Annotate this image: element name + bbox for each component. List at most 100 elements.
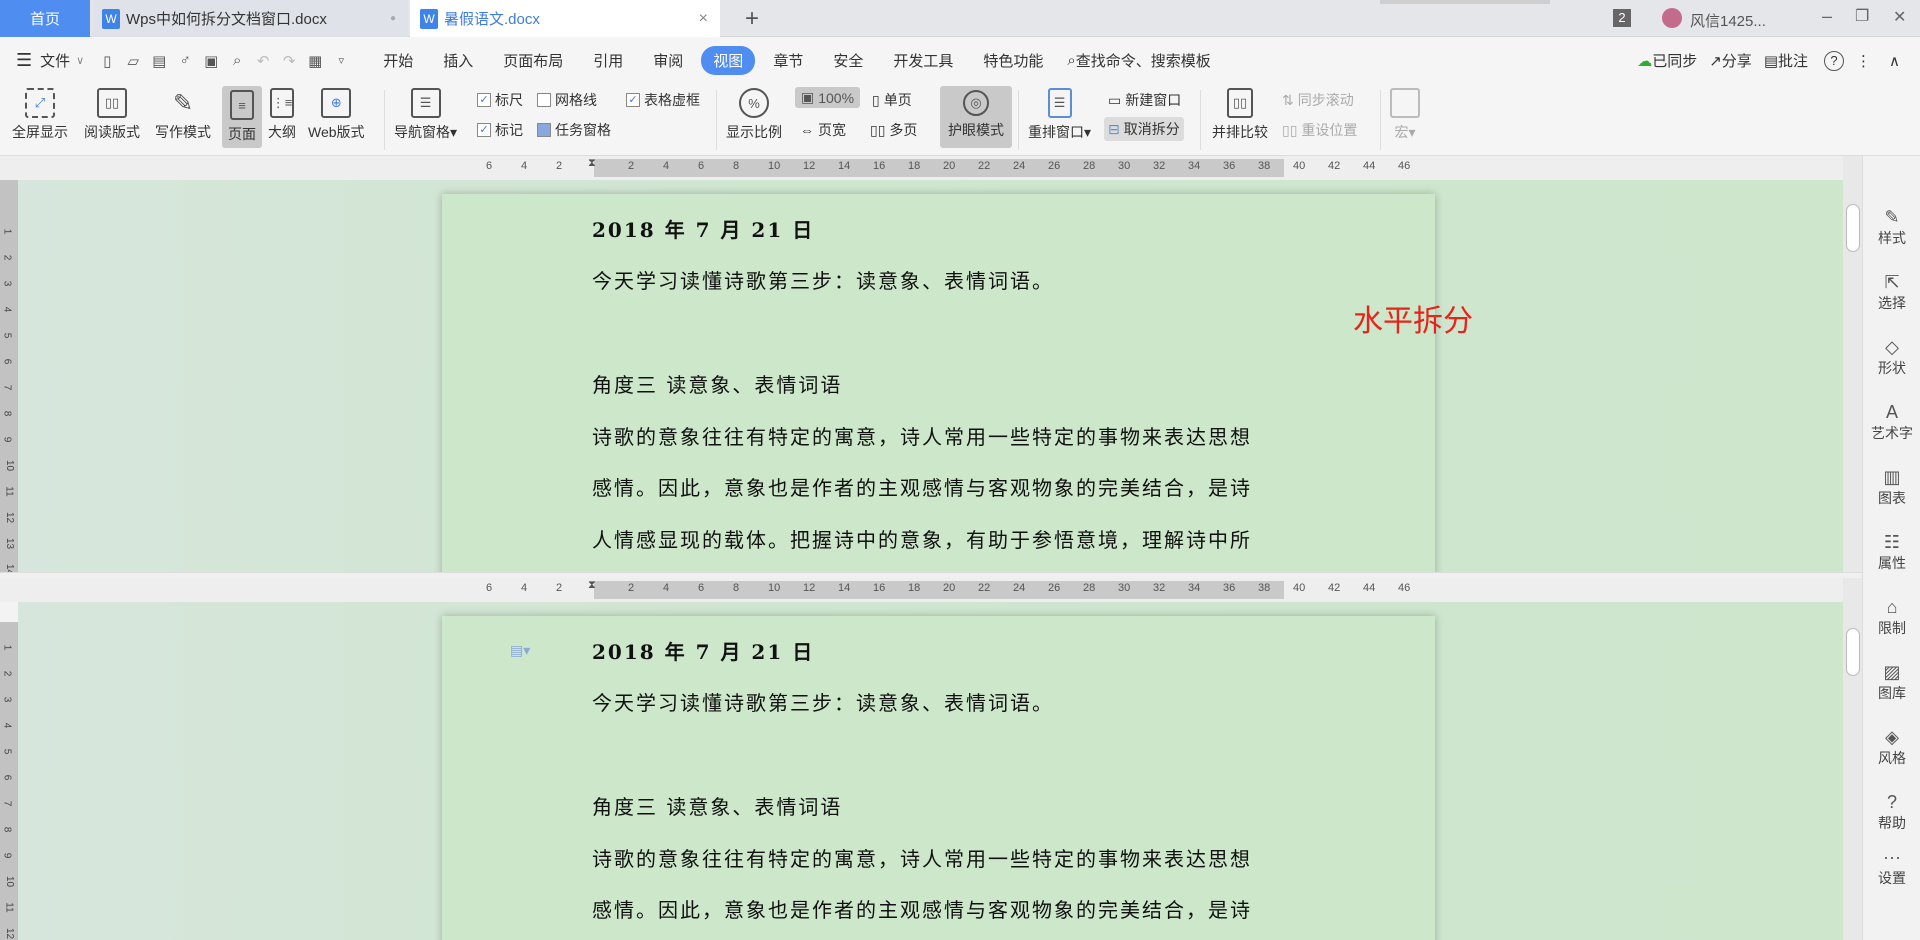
horizontal-ruler-bottom[interactable]: 6 4 2 2 4 6 8 10 12 14 16 18 20 22 24 26 28 30 32 34 36 38 40 4… (0, 578, 1843, 602)
menu-developer[interactable]: 开发工具 (881, 46, 965, 75)
chevron-down-icon[interactable]: ∨ (76, 54, 84, 67)
indent-marker-icon[interactable]: ⧗ (588, 157, 596, 170)
document-page[interactable]: 2018 年 7 月 21 日 今天学习读懂诗歌第三步：读意象、表情词语。 角度… (442, 194, 1435, 572)
window-count-badge[interactable]: 2 (1613, 9, 1631, 27)
single-page-button[interactable]: ▯ 单页 (872, 90, 912, 110)
sidebar-item-5[interactable]: ☷ 属性 (1863, 531, 1920, 573)
sidebar-item-10[interactable]: ··· 设置 (1863, 846, 1920, 888)
more-icon[interactable]: ⋮ (1856, 52, 1871, 70)
ruler-tick-label: 28 (1083, 160, 1096, 172)
sidebar-label: 图表 (1878, 490, 1906, 506)
vertical-scrollbar-top[interactable] (1843, 156, 1862, 572)
sidebar-item-1[interactable]: ⇱ 选择 (1863, 271, 1920, 313)
sidebar-item-7[interactable]: ▨ 图库 (1863, 661, 1920, 703)
ruler-tick-label: 14 (838, 160, 851, 172)
nav-pane-icon: ☰ (410, 88, 441, 118)
new-window-button[interactable]: ▭ 新建窗口 (1108, 90, 1181, 110)
side-by-side-label: 并排比较 (1212, 124, 1268, 140)
gridlines-checkbox[interactable]: 网格线 (537, 90, 597, 110)
sidebar-item-0[interactable]: ✎ 样式 (1863, 206, 1920, 248)
scroll-thumb[interactable] (1846, 628, 1860, 676)
fullscreen-button[interactable]: ⤢ 全屏显示 (12, 84, 68, 142)
arrange-label: 重排窗口 (1028, 124, 1084, 140)
sidebar-label: 属性 (1878, 555, 1906, 571)
tab-home[interactable]: 首页 (0, 0, 90, 37)
vertical-ruler-bottom[interactable]: 1 2 3 4 5 6 7 8 9 10 11 12 (0, 622, 18, 940)
ruler-checkbox[interactable]: ✓ 标尺 (477, 90, 523, 110)
avatar[interactable] (1662, 8, 1682, 28)
open-folder-icon[interactable]: ▱ (123, 51, 143, 71)
side-by-side-button[interactable]: ▯▯ 并排比较 (1212, 84, 1268, 142)
format-painter-icon[interactable]: ♂ (175, 51, 195, 71)
outline-button[interactable]: ⋮≡ 大纲 (268, 84, 296, 142)
vertical-ruler-top[interactable]: 1 2 3 4 5 6 7 8 9 10 11 12 13 14 (0, 180, 18, 575)
ruler-tick-label: 38 (1258, 160, 1271, 172)
paragraph-layout-icon[interactable]: ▤▾ (510, 642, 530, 659)
menu-insert[interactable]: 插入 (431, 46, 485, 75)
menu-chapter[interactable]: 章节 (761, 46, 815, 75)
collapse-ribbon-icon[interactable]: ∧ (1889, 52, 1900, 70)
export-icon[interactable]: ▦ (305, 51, 325, 71)
reset-position-button[interactable]: ▯▯ 重设位置 (1282, 120, 1357, 140)
eye-protection-button[interactable]: ◎ 护眼模式 (940, 86, 1012, 148)
table-gridlines-checkbox[interactable]: ✓ 表格虚框 (626, 90, 700, 110)
close-tab-icon[interactable]: × (699, 10, 708, 28)
document-pane-bottom[interactable]: ▤▾ 2018 年 7 月 21 日 今天学习读懂诗歌第三步：读意象、表情词语。… (18, 602, 1843, 940)
zoom-100-button[interactable]: ▣ 100% (795, 87, 861, 108)
reading-mode-button[interactable]: ▯▯ 阅读版式 (84, 84, 140, 142)
sidebar-item-3[interactable]: A 艺术字 (1863, 401, 1920, 443)
multi-page-button[interactable]: ▯▯ 多页 (870, 120, 917, 140)
document-pane-top[interactable]: 2018 年 7 月 21 日 今天学习读懂诗歌第三步：读意象、表情词语。 角度… (18, 180, 1843, 572)
writing-mode-button[interactable]: ✎ 写作模式 (155, 84, 211, 142)
close-window-button[interactable]: ✕ (1893, 7, 1906, 27)
menu-start[interactable]: 开始 (371, 46, 425, 75)
command-search[interactable]: 查找命令、搜索模板 (1076, 50, 1211, 71)
sidebar-item-4[interactable]: ▥ 图表 (1863, 466, 1920, 508)
page-width-button[interactable]: ⇔ 页宽 (800, 120, 846, 140)
sync-scroll-button[interactable]: ⇅ 同步滚动 (1282, 90, 1354, 110)
menu-references[interactable]: 引用 (581, 46, 635, 75)
sync-button[interactable]: 已同步 (1652, 50, 1697, 71)
menu-view[interactable]: 视图 (701, 46, 756, 75)
menu-review[interactable]: 审阅 (641, 46, 695, 75)
menu-security[interactable]: 安全 (821, 46, 875, 75)
menu-page-layout[interactable]: 页面布局 (491, 46, 575, 75)
menu-features[interactable]: 特色功能 (971, 46, 1055, 75)
arrange-windows-button[interactable]: ☰ 重排窗口▾ (1028, 84, 1091, 142)
print-icon[interactable]: ▣ (201, 51, 221, 71)
indent-marker-icon[interactable]: ⧗ (588, 579, 596, 592)
horizontal-ruler-top[interactable]: 6 4 2 2 4 6 8 10 12 14 16 18 20 22 24 26 28 30 32 34 36 38 40 4… (0, 156, 1843, 180)
page-view-button[interactable]: ≡ 页面 (222, 86, 262, 148)
help-icon[interactable]: ? (1824, 50, 1845, 71)
restore-button[interactable]: ❐ (1855, 6, 1869, 26)
nav-pane-button[interactable]: ☰ 导航窗格▾ (394, 84, 457, 142)
share-button[interactable]: 分享 (1722, 50, 1752, 71)
minimize-button[interactable]: – (1822, 6, 1832, 27)
marks-checkbox[interactable]: ✓ 标记 (477, 120, 523, 140)
hamburger-icon[interactable]: ☰ (16, 50, 32, 71)
sidebar-item-8[interactable]: ◈ 风格 (1863, 726, 1920, 768)
customize-toolbar-icon[interactable]: ▿ (331, 51, 351, 71)
comment-button[interactable]: 批注 (1778, 50, 1808, 71)
undo-icon[interactable]: ↶ (253, 51, 273, 71)
macro-button[interactable]: 宏▾ (1390, 84, 1420, 142)
menu-file[interactable]: 文件 (40, 50, 70, 71)
web-layout-button[interactable]: ⊕ Web版式 (308, 84, 365, 142)
new-doc-icon[interactable]: ▯ (97, 51, 117, 71)
sidebar-item-6[interactable]: ⌂ 限制 (1863, 596, 1920, 638)
cancel-split-button[interactable]: ⊟ 取消拆分 (1104, 117, 1184, 141)
task-pane-checkbox[interactable]: 任务窗格 (537, 120, 611, 140)
user-name[interactable]: 风信1425... (1690, 10, 1766, 31)
sidebar-item-9[interactable]: ? 帮助 (1863, 791, 1920, 833)
zoom-button[interactable]: % 显示比例 (726, 84, 782, 142)
new-tab-button[interactable]: + (735, 0, 769, 37)
redo-icon[interactable]: ↷ (279, 51, 299, 71)
sidebar-item-2[interactable]: ◇ 形状 (1863, 336, 1920, 378)
tab-doc2[interactable]: W 暑假语文.docx × (410, 0, 720, 37)
tab-doc1[interactable]: W Wps中如何拆分文档窗口.docx ● (92, 0, 408, 37)
print-preview-icon[interactable]: ⌕ (227, 51, 247, 71)
scroll-thumb[interactable] (1846, 204, 1860, 252)
document-page[interactable]: ▤▾ 2018 年 7 月 21 日 今天学习读懂诗歌第三步：读意象、表情词语。… (442, 616, 1435, 940)
vertical-scrollbar-bottom[interactable] (1843, 578, 1862, 940)
save-icon[interactable]: ▤ (149, 51, 169, 71)
